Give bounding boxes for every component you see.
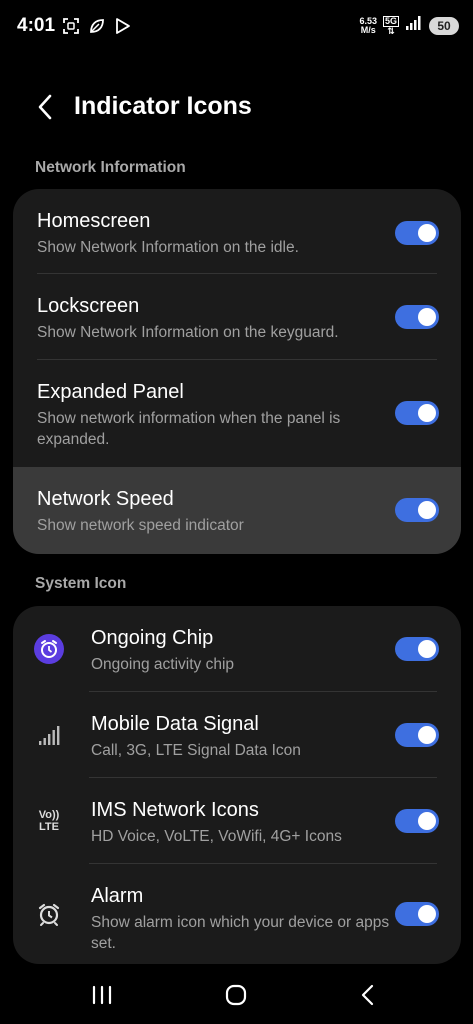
setting-subtitle: Show network information when the panel … xyxy=(37,410,341,448)
back-button[interactable] xyxy=(30,90,60,124)
setting-title: Network Speed xyxy=(37,488,174,510)
home-button[interactable] xyxy=(216,978,256,1012)
setting-title: Alarm xyxy=(91,885,144,907)
setting-row-homescreen[interactable]: Homescreen Show Network Information on t… xyxy=(13,189,461,274)
volte-icon-top-text: Vo)) xyxy=(38,809,60,821)
recents-button[interactable] xyxy=(82,978,122,1012)
screenshot-icon xyxy=(62,15,80,37)
setting-row-mobile-data-signal[interactable]: Mobile Data Signal Call, 3G, LTE Signal … xyxy=(13,692,461,778)
setting-row-network-speed[interactable]: Network Speed Show network speed indicat… xyxy=(13,467,461,554)
system-icon-card: Ongoing Chip Ongoing activity chip Mobil… xyxy=(13,606,461,964)
page-title: Indicator Icons xyxy=(74,92,252,120)
setting-row-ims-network-icons[interactable]: Vo)) LTE IMS Network Icons HD Voice, VoL… xyxy=(13,778,461,864)
alarm-clock-icon xyxy=(33,633,65,665)
status-time: 4:01 xyxy=(17,15,56,36)
data-arrows-icon: ⇅ xyxy=(387,25,395,36)
setting-subtitle: Show alarm icon which your device or app… xyxy=(91,914,390,952)
net-speed-indicator: 6.53 M/s xyxy=(359,16,377,35)
recents-icon xyxy=(92,985,112,1005)
expanded-panel-toggle[interactable] xyxy=(395,401,439,425)
network-speed-toggle[interactable] xyxy=(395,498,439,522)
mobile-data-signal-toggle[interactable] xyxy=(395,723,439,747)
chevron-left-icon xyxy=(38,94,52,120)
signal-icon xyxy=(405,15,423,36)
homescreen-toggle[interactable] xyxy=(395,221,439,245)
play-store-icon xyxy=(114,15,132,37)
ims-network-icons-toggle[interactable] xyxy=(395,809,439,833)
navigation-bar xyxy=(0,966,473,1024)
setting-title: IMS Network Icons xyxy=(91,799,259,821)
alarm-toggle[interactable] xyxy=(395,902,439,926)
leaf-icon xyxy=(88,15,106,37)
setting-row-lockscreen[interactable]: Lockscreen Show Network Information on t… xyxy=(13,274,461,360)
setting-title: Mobile Data Signal xyxy=(91,713,259,735)
network-information-card: Homescreen Show Network Information on t… xyxy=(13,189,461,554)
setting-subtitle: Show Network Information on the keyguard… xyxy=(37,324,339,341)
home-icon xyxy=(225,984,247,1006)
setting-subtitle: Show Network Information on the idle. xyxy=(37,239,299,256)
back-icon xyxy=(361,984,374,1006)
setting-subtitle: Show network speed indicator xyxy=(37,517,244,534)
setting-row-alarm[interactable]: Alarm Show alarm icon which your device … xyxy=(13,864,461,964)
net-speed-unit: M/s xyxy=(360,24,376,35)
volte-icon: Vo)) LTE xyxy=(33,805,65,837)
setting-row-expanded-panel[interactable]: Expanded Panel Show network information … xyxy=(13,360,461,467)
signal-bars-icon xyxy=(33,719,65,751)
ongoing-chip-toggle[interactable] xyxy=(395,637,439,661)
setting-row-ongoing-chip[interactable]: Ongoing Chip Ongoing activity chip xyxy=(13,606,461,692)
volte-icon-bottom-text: LTE xyxy=(39,821,59,833)
alarm-icon xyxy=(33,898,65,930)
setting-title: Lockscreen xyxy=(37,295,140,317)
setting-subtitle: Call, 3G, LTE Signal Data Icon xyxy=(91,742,301,759)
nav-back-button[interactable] xyxy=(348,978,388,1012)
lockscreen-toggle[interactable] xyxy=(395,305,439,329)
status-bar: 4:01 6.53 M/s 5G ⇅ 50 xyxy=(0,0,473,54)
page-header: Indicator Icons xyxy=(0,80,473,132)
setting-subtitle: Ongoing activity chip xyxy=(91,656,235,673)
section-label-network-information: Network Information xyxy=(35,159,186,176)
section-label-system-icon: System Icon xyxy=(35,575,127,592)
network-type-indicator: 5G ⇅ xyxy=(382,15,399,36)
network-type: 5G xyxy=(382,15,399,27)
battery-indicator: 50 xyxy=(429,16,459,35)
setting-title: Expanded Panel xyxy=(37,381,184,403)
setting-title: Homescreen xyxy=(37,210,151,232)
setting-subtitle: HD Voice, VoLTE, VoWifi, 4G+ Icons xyxy=(91,828,342,845)
setting-title: Ongoing Chip xyxy=(91,627,214,649)
